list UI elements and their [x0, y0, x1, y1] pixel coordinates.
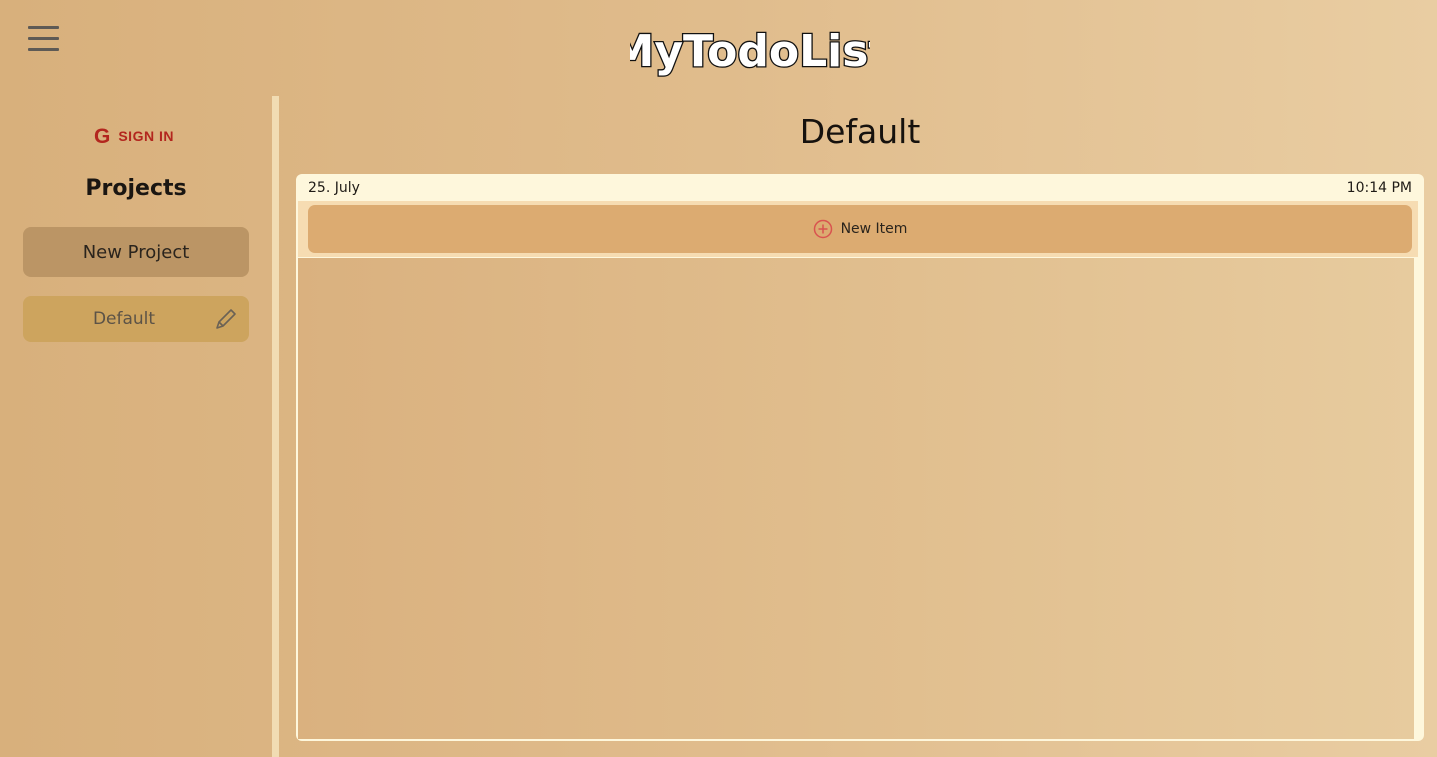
todo-items-list [298, 258, 1414, 739]
app-title-text: MyTodoList [630, 26, 870, 77]
project-item-default[interactable]: Default [23, 296, 249, 342]
new-item-button[interactable]: New Item [308, 205, 1412, 253]
google-icon: G [94, 124, 111, 148]
new-project-button[interactable]: New Project [23, 227, 249, 277]
app-title-logo: MyTodoList [630, 25, 870, 78]
hamburger-icon-bar [28, 26, 59, 29]
scrollbar[interactable] [1414, 258, 1422, 739]
plus-circle-icon [813, 219, 832, 239]
projects-heading: Projects [85, 176, 187, 201]
current-time: 10:14 PM [1346, 180, 1412, 196]
todo-panel: 25. July 10:14 PM New Item [296, 174, 1424, 741]
pencil-icon[interactable] [213, 306, 239, 332]
page-title: Default [799, 112, 921, 151]
app-title: MyTodoList [630, 18, 870, 78]
new-item-label: New Item [840, 221, 908, 237]
current-date: 25. July [308, 180, 360, 196]
sign-in-button[interactable]: G SIGN IN [94, 124, 174, 148]
hamburger-menu-button[interactable] [28, 26, 60, 52]
project-item-label: Default [92, 309, 156, 329]
sidebar-divider [272, 96, 279, 757]
hamburger-icon-bar [28, 48, 59, 51]
hamburger-icon-bar [28, 37, 59, 40]
sign-in-label: SIGN IN [118, 128, 174, 144]
